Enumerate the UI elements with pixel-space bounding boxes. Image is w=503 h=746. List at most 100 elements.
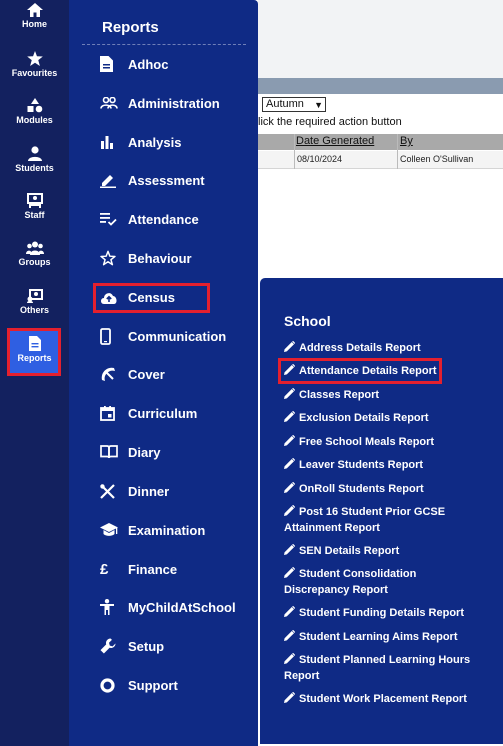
icon-rail: Home Favourites Modules Students Staff G…: [0, 0, 69, 746]
submenu-item-leaver-students[interactable]: Leaver Students Report: [284, 457, 484, 473]
submenu-item-post16-prior-gcse[interactable]: Post 16 Student Prior GCSE Attainment Re…: [284, 504, 484, 536]
menu-item-label: Support: [128, 677, 178, 693]
menu-divider: [82, 44, 246, 45]
calendar-icon: [100, 405, 115, 421]
menu-item-assessment[interactable]: Assessment: [100, 168, 205, 192]
rail-item-groups[interactable]: Groups: [0, 241, 69, 267]
rail-item-reports[interactable]: Reports: [0, 336, 69, 363]
pencil-icon: [284, 567, 295, 578]
rail-item-label: Home: [21, 19, 47, 29]
submenu-item-student-consolidation[interactable]: Student Consolidation Discrepancy Report: [284, 566, 484, 598]
rail-item-favourites[interactable]: Favourites: [0, 51, 69, 78]
menu-item-label: Adhoc: [128, 56, 169, 72]
rail-item-others[interactable]: Others: [0, 289, 69, 315]
menu-item-label: Assessment: [128, 172, 205, 188]
menu-item-label: Communication: [128, 328, 227, 344]
submenu-title: School: [284, 313, 331, 329]
column-divider: [397, 134, 398, 169]
pencil-icon: [284, 364, 295, 375]
phone-icon: [100, 327, 111, 345]
support-ring-icon: [100, 677, 115, 693]
submenu-item-label: Student Learning Aims Report: [299, 631, 458, 643]
rail-item-staff[interactable]: Staff: [0, 193, 69, 220]
pencil-icon: [284, 544, 295, 555]
menu-item-label: Finance: [128, 561, 178, 577]
document-icon: [100, 56, 113, 72]
modules-icon: [27, 98, 42, 113]
star-outline-icon: [100, 250, 116, 266]
menu-item-cover[interactable]: Cover: [100, 362, 165, 386]
submenu-item-label: SEN Details Report: [299, 545, 400, 557]
column-header-date-generated[interactable]: Date Generated: [296, 135, 374, 147]
rail-item-label: Groups: [18, 257, 51, 267]
menu-item-support[interactable]: Support: [100, 673, 178, 697]
submenu-item-classes[interactable]: Classes Report: [284, 387, 484, 403]
submenu-item-sen-details[interactable]: SEN Details Report: [284, 543, 484, 559]
submenu-item-label: Student Consolidation Discrepancy Report: [284, 568, 417, 596]
pencil-icon: [284, 458, 295, 469]
menu-item-analysis[interactable]: Analysis: [100, 130, 181, 154]
rail-item-label: Staff: [24, 210, 45, 220]
menu-item-diary[interactable]: Diary: [100, 440, 161, 464]
column-header-by[interactable]: By: [400, 135, 413, 147]
cutlery-icon: [100, 483, 115, 499]
submenu-item-label: Post 16 Student Prior GCSE Attainment Re…: [284, 506, 446, 534]
menu-item-communication[interactable]: Communication: [100, 324, 226, 348]
wrench-icon: [100, 638, 116, 654]
menu-item-mychildatschool[interactable]: MyChildAtSchool: [100, 595, 236, 619]
menu-item-behaviour[interactable]: Behaviour: [100, 246, 192, 270]
child-icon: [100, 599, 114, 615]
groups-icon: [25, 241, 44, 255]
rail-item-label: Favourites: [11, 68, 58, 78]
submenu-item-student-work-placement[interactable]: Student Work Placement Report: [284, 691, 484, 707]
term-select-value: Autumn: [266, 98, 304, 110]
menu-item-label: Dinner: [128, 483, 170, 499]
submenu-item-label: Exclusion Details Report: [299, 412, 429, 424]
menu-item-curriculum[interactable]: Curriculum: [100, 401, 197, 425]
book-icon: [100, 445, 118, 459]
submenu-item-address-details[interactable]: Address Details Report: [284, 340, 484, 356]
menu-item-finance[interactable]: £ Finance: [100, 557, 177, 581]
instruction-text: lick the required action button: [258, 116, 402, 128]
submenu-item-label: Attendance Details Report: [299, 365, 437, 377]
pencil-icon: [284, 606, 295, 617]
menu-item-attendance[interactable]: Attendance: [100, 207, 199, 231]
pencil-icon: [284, 388, 295, 399]
menu-item-examination[interactable]: Examination: [100, 518, 205, 542]
pencil-icon: [284, 411, 295, 422]
star-icon: [26, 51, 43, 66]
menu-item-label: Attendance: [128, 211, 199, 227]
submenu-item-student-learning-aims[interactable]: Student Learning Aims Report: [284, 629, 484, 645]
submenu-item-exclusion-details[interactable]: Exclusion Details Report: [284, 410, 484, 426]
term-select[interactable]: Autumn ▼: [262, 97, 326, 112]
submenu-item-label: Classes Report: [299, 389, 380, 401]
menu-item-administration[interactable]: Administration: [100, 91, 220, 115]
pencil-icon: [100, 175, 116, 188]
submenu-item-attendance-details[interactable]: Attendance Details Report: [284, 363, 484, 379]
menu-item-dinner[interactable]: Dinner: [100, 479, 169, 503]
pound-icon: £: [100, 560, 109, 578]
submenu-item-label: OnRoll Students Report: [299, 483, 424, 495]
menu-item-setup[interactable]: Setup: [100, 634, 164, 658]
pencil-icon: [284, 505, 295, 516]
rail-item-students[interactable]: Students: [0, 146, 69, 173]
background-header-band: [258, 78, 503, 94]
checklist-icon: [100, 212, 117, 226]
submenu-item-student-planned-hours[interactable]: Student Planned Learning Hours Report: [284, 652, 484, 684]
rail-item-home[interactable]: Home: [0, 3, 69, 29]
menu-title: Reports: [102, 19, 159, 36]
staff-icon: [26, 193, 43, 208]
others-icon: [26, 289, 43, 303]
rail-item-label: Reports: [17, 353, 52, 363]
submenu-item-student-funding[interactable]: Student Funding Details Report: [284, 605, 484, 621]
submenu-item-free-school-meals[interactable]: Free School Meals Report: [284, 434, 484, 450]
submenu-item-onroll-students[interactable]: OnRoll Students Report: [284, 481, 484, 497]
rail-item-modules[interactable]: Modules: [0, 98, 69, 125]
cell-by: Colleen O'Sullivan: [400, 154, 474, 164]
pencil-icon: [284, 482, 295, 493]
cell-date: 08/10/2024: [297, 154, 343, 164]
background-page: [258, 0, 503, 78]
menu-item-label: Administration: [128, 95, 220, 111]
menu-item-adhoc[interactable]: Adhoc: [100, 52, 168, 76]
cover-icon: [101, 367, 115, 381]
